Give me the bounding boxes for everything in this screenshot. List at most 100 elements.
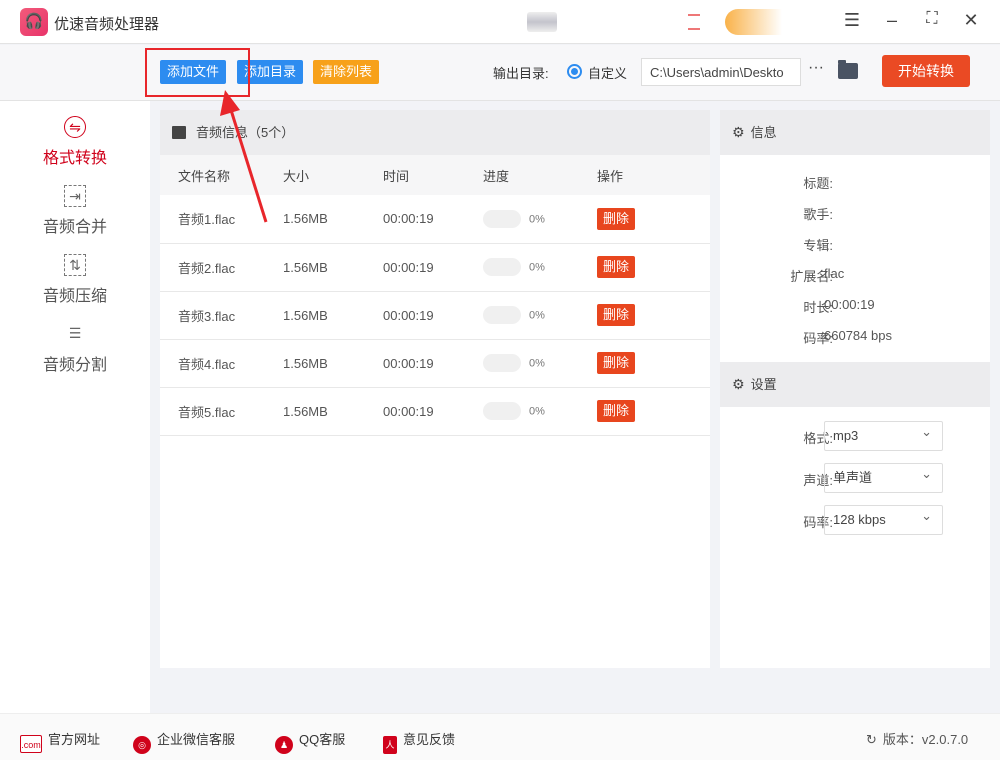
folder-icon[interactable] [838, 60, 858, 79]
feedback-label: 意见反馈 [403, 732, 456, 747]
setting-select[interactable]: mp3 [824, 418, 943, 451]
custom-radio[interactable] [567, 64, 582, 79]
maximize-icon[interactable]: ⛶ [920, 10, 944, 28]
title-bar: 🎧 优速音频处理器 ☰ – ⛶ ✕ [0, 0, 1000, 44]
website-link[interactable]: .com 官方网址 [20, 729, 100, 753]
minimize-icon[interactable]: – [880, 10, 904, 31]
blurred-element [725, 9, 820, 35]
qq-service-link[interactable]: ♟ QQ客服 [275, 729, 345, 754]
sidebar-item-audio-merge[interactable]: ⇥ 音频合并 [0, 185, 150, 237]
sidebar: ⇋ 格式转换 ⇥ 音频合并 ⇅ 音频压缩 ☰ 音频分割 [0, 101, 150, 713]
info-key: 歌手: [803, 207, 833, 222]
add-directory-button[interactable]: 添加目录 [237, 60, 304, 84]
file-size: 1.56MB [265, 243, 365, 292]
settings-header: ⚙ 设置 [720, 362, 990, 407]
file-size: 1.56MB [265, 387, 365, 436]
version-label: 版本：v2.0.7.0 [882, 732, 969, 747]
delete-button[interactable]: 删除 [597, 304, 636, 326]
info-panel: ⚙ 信息 标题: 歌手: 专辑: 扩展名: flac 时长: 00:00:19 码率: 66078… [720, 110, 990, 668]
clear-list-button[interactable]: 清除列表 [313, 60, 380, 84]
delete-button[interactable]: 删除 [597, 256, 636, 278]
file-size: 1.56MB [265, 339, 365, 388]
progress-text: 0% [529, 309, 545, 322]
info-title: 信息 [750, 125, 777, 140]
sidebar-item-label: 格式转换 [42, 150, 107, 167]
setting-select[interactable]: 单声道 [824, 460, 943, 493]
audio-list-header: 音频信息（5个） [160, 110, 710, 155]
file-duration: 00:00:19 [365, 243, 465, 292]
table-row[interactable]: 音频3.flac 1.56MB 00:00:19 0% 删除 [160, 291, 710, 340]
image-icon [172, 126, 186, 139]
progress-cell: 0% [465, 339, 579, 388]
wechat-icon: ◎ [133, 736, 151, 754]
progress-cell: 0% [465, 387, 579, 436]
refresh-icon: ↻ [866, 732, 877, 747]
action-cell: 删除 [579, 195, 710, 244]
file-duration: 00:00:19 [365, 339, 465, 388]
blurred-element [688, 14, 700, 30]
blurred-element [527, 12, 557, 32]
merge-icon: ⇥ [64, 185, 86, 207]
info-value: 00:00:19 [824, 297, 875, 312]
custom-radio-label[interactable]: 自定义 [588, 63, 627, 82]
menu-icon[interactable]: ☰ [840, 10, 864, 31]
close-icon[interactable]: ✕ [959, 10, 983, 31]
setting-select[interactable]: 128 kbps [824, 502, 943, 535]
action-cell: 删除 [579, 243, 710, 292]
sidebar-item-format-convert[interactable]: ⇋ 格式转换 [0, 116, 150, 168]
info-value: 660784 bps [824, 328, 892, 343]
delete-button[interactable]: 删除 [597, 352, 636, 374]
progress-bar [483, 209, 521, 228]
progress-bar [483, 306, 521, 324]
progress-bar [483, 258, 521, 276]
col-action: 操作 [579, 155, 710, 195]
output-path-input[interactable] [641, 58, 801, 86]
progress-cell: 0% [465, 291, 579, 340]
file-duration: 00:00:19 [365, 387, 465, 436]
add-file-button[interactable]: 添加文件 [160, 60, 227, 84]
convert-icon: ⇋ [64, 116, 86, 138]
output-dir-label: 输出目录: [493, 66, 549, 81]
settings-title: 设置 [750, 377, 777, 392]
sidebar-item-audio-split[interactable]: ☰ 音频分割 [0, 323, 150, 375]
audio-list-panel: 音频信息（5个） 文件名称 大小 时间 进度 操作 音频1.flac 1.56M… [160, 110, 710, 668]
file-name: 音频4.flac [160, 339, 265, 388]
audio-list-title: 音频信息（5个） [196, 125, 295, 140]
file-name: 音频1.flac [160, 195, 265, 244]
table-row[interactable]: 音频5.flac 1.56MB 00:00:19 0% 删除 [160, 387, 710, 436]
compress-icon: ⇅ [64, 254, 86, 276]
col-progress: 进度 [465, 155, 579, 195]
gear-icon: ⚙ [732, 376, 745, 392]
website-label: 官方网址 [48, 732, 101, 747]
split-icon: ☰ [68, 325, 82, 341]
info-key: 标题: [803, 176, 833, 191]
delete-button[interactable]: 删除 [597, 400, 636, 422]
progress-text: 0% [529, 261, 545, 274]
table-row[interactable]: 音频1.flac 1.56MB 00:00:19 0% 删除 [160, 195, 710, 244]
col-filename: 文件名称 [160, 155, 265, 195]
feedback-link[interactable]: 人意见反馈 [383, 729, 455, 754]
wechat-service-link[interactable]: ◎ 企业微信客服 [133, 729, 235, 754]
progress-cell: 0% [465, 243, 579, 292]
action-cell: 删除 [579, 339, 710, 388]
progress-bar [483, 402, 521, 420]
file-name: 音频3.flac [160, 291, 265, 340]
table-row[interactable]: 音频4.flac 1.56MB 00:00:19 0% 删除 [160, 339, 710, 388]
table-row[interactable]: 音频2.flac 1.56MB 00:00:19 0% 删除 [160, 243, 710, 292]
sidebar-item-audio-compress[interactable]: ⇅ 音频压缩 [0, 254, 150, 306]
col-time: 时间 [365, 155, 465, 195]
col-size: 大小 [265, 155, 365, 195]
qq-label: QQ客服 [299, 732, 346, 747]
file-name: 音频5.flac [160, 387, 265, 436]
file-duration: 00:00:19 [365, 195, 465, 244]
more-button[interactable]: ··· [808, 59, 824, 77]
delete-button[interactable]: 删除 [597, 207, 636, 230]
file-size: 1.56MB [265, 195, 365, 244]
sidebar-item-label: 音频压缩 [42, 288, 107, 305]
version-info: ↻ 版本：v2.0.7.0 [866, 729, 968, 748]
file-size: 1.56MB [265, 291, 365, 340]
start-convert-button[interactable]: 开始转换 [882, 55, 970, 87]
toolbar: 添加文件 添加目录 清除列表 输出目录: 自定义 ··· 开始转换 [0, 45, 1000, 101]
progress-text: 0% [529, 357, 545, 370]
sidebar-item-label: 音频合并 [42, 219, 107, 236]
